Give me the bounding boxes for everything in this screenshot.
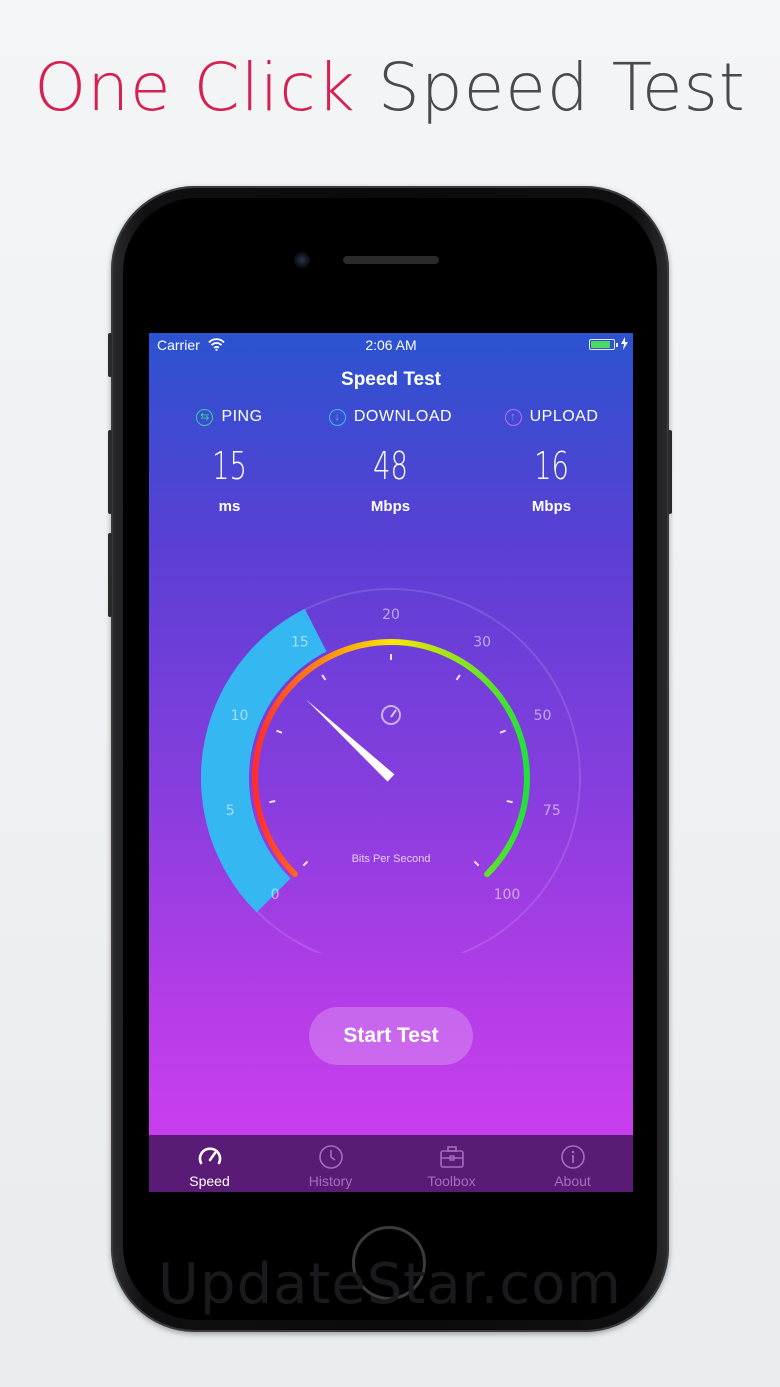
volume-down-button <box>108 533 112 617</box>
gauge-tick-label-10: 10 <box>231 708 249 724</box>
tab-history[interactable]: History <box>270 1135 391 1192</box>
gauge-tick-label-50: 50 <box>534 708 552 724</box>
gauge-tick-marks <box>269 654 513 867</box>
front-camera <box>294 252 310 268</box>
gauge-tick-30 <box>455 674 461 681</box>
headline-part-2: Speed Test <box>377 49 746 126</box>
gauge-unit-label: Bits Per Second <box>352 853 431 865</box>
headline-part-1: One Click <box>34 49 356 126</box>
gauge-tick-label-30: 30 <box>473 635 491 651</box>
start-test-button[interactable]: Start Test <box>309 1007 473 1065</box>
tab-about[interactable]: About <box>512 1135 633 1192</box>
tab-toolbox-label: Toolbox <box>427 1173 476 1189</box>
silent-switch <box>108 333 112 377</box>
gauge-tick-10 <box>276 729 283 734</box>
tab-speed[interactable]: Speed <box>149 1135 270 1192</box>
gauge-tick-label-5: 5 <box>226 803 235 819</box>
gauge-tick-15 <box>321 674 327 681</box>
gauge-tick-100 <box>473 860 480 867</box>
volume-up-button <box>108 430 112 514</box>
gauge-needle <box>305 699 395 782</box>
gauge-tick-label-100: 100 <box>494 887 521 903</box>
gauge-tick-5 <box>269 800 276 804</box>
speedometer-icon <box>198 1147 221 1165</box>
gauge-fill-band <box>201 608 327 913</box>
gauge-tick-label-20: 20 <box>382 607 400 623</box>
power-button <box>668 430 672 514</box>
toolbox-icon <box>439 1146 464 1168</box>
speedometer-icon <box>381 705 401 725</box>
app-screen: Carrier 2:06 AM Speed Test ⇆ PING 15 ms … <box>149 333 633 1192</box>
gauge-tick-75 <box>506 800 513 804</box>
tab-speed-label: Speed <box>189 1173 230 1189</box>
info-icon <box>560 1145 585 1169</box>
gauge-color-arc <box>252 639 530 878</box>
gauge-tick-label-75: 75 <box>543 803 561 819</box>
gauge-tick-0 <box>302 860 309 867</box>
headline: One Click Speed Test <box>0 48 780 128</box>
clock-icon <box>318 1145 343 1169</box>
tab-about-label: About <box>554 1173 591 1189</box>
tab-history-label: History <box>308 1173 353 1189</box>
tab-bar: Speed History Toolbox About <box>149 1135 633 1192</box>
tab-toolbox[interactable]: Toolbox <box>391 1135 512 1192</box>
watermark: UpdateStar.com <box>158 1252 622 1317</box>
gauge-tick-50 <box>499 729 506 734</box>
earpiece-speaker <box>343 256 439 264</box>
speed-gauge: Bits Per Second 0 5 10 15 20 30 50 75 100 <box>201 588 581 953</box>
gauge-tick-label-15: 15 <box>291 635 309 651</box>
gauge-tick-label-0: 0 <box>271 887 280 903</box>
